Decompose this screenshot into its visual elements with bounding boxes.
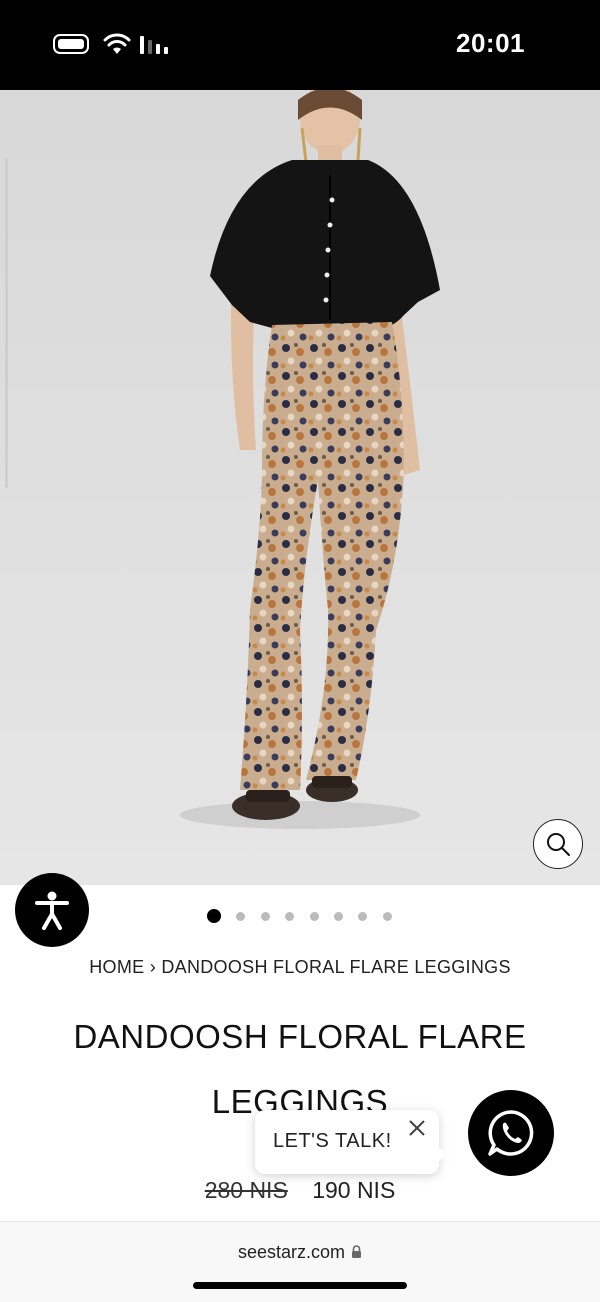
whatsapp-button[interactable] <box>468 1090 554 1176</box>
close-icon[interactable] <box>407 1118 427 1138</box>
search-icon <box>547 833 570 856</box>
url-text: seestarz.com <box>237 1242 346 1262</box>
whatsapp-icon <box>488 1110 534 1156</box>
pager-dot[interactable] <box>207 909 221 923</box>
pager-dot[interactable] <box>383 912 392 921</box>
home-indicator[interactable] <box>193 1282 407 1289</box>
breadcrumb-home-link[interactable]: HOME <box>89 957 144 977</box>
image-pager <box>0 909 600 923</box>
pager-dot[interactable] <box>358 912 367 921</box>
pager-dot[interactable] <box>285 912 294 921</box>
signal-icon <box>140 36 168 54</box>
status-bar: 20:01 <box>0 0 600 90</box>
product-image[interactable] <box>0 90 600 885</box>
url-display[interactable]: seestarz.com <box>0 1242 600 1263</box>
pager-dot[interactable] <box>310 912 319 921</box>
status-time: 20:01 <box>456 28 525 58</box>
breadcrumb: HOME › DANDOOSH FLORAL FLARE LEGGINGS <box>0 957 600 978</box>
wifi-icon <box>103 33 131 54</box>
pager-dot[interactable] <box>261 912 270 921</box>
pager-dot[interactable] <box>334 912 343 921</box>
browser-address-bar[interactable]: seestarz.com <box>0 1221 600 1302</box>
image-scroll-indicator <box>5 158 8 488</box>
sale-price: 190 NIS <box>312 1177 396 1203</box>
chat-prompt-bubble[interactable]: LET'S TALK! <box>255 1110 447 1174</box>
breadcrumb-current: DANDOOSH FLORAL FLARE LEGGINGS <box>161 957 511 977</box>
battery-icon <box>53 34 89 54</box>
original-price: 280 NIS <box>204 1177 288 1203</box>
breadcrumb-separator: › <box>149 957 157 977</box>
chat-prompt-label: LET'S TALK! <box>273 1130 392 1152</box>
lock-icon <box>352 1245 362 1258</box>
pager-dot[interactable] <box>236 912 245 921</box>
zoom-button[interactable] <box>533 819 583 869</box>
model-figure <box>180 90 440 829</box>
price-row: 280 NIS 190 NIS <box>0 1177 600 1204</box>
